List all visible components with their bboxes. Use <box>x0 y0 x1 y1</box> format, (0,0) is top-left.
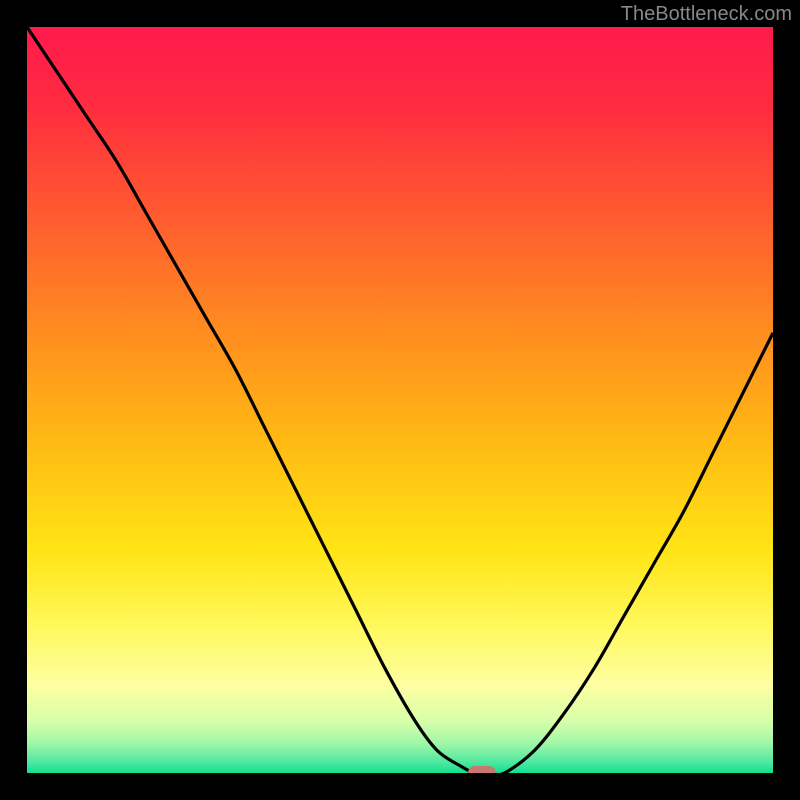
optimal-point-marker <box>468 766 496 773</box>
curve-line <box>27 27 773 773</box>
bottleneck-chart: TheBottleneck.com <box>0 0 800 800</box>
plot-area <box>27 27 773 773</box>
watermark-text: TheBottleneck.com <box>621 3 792 26</box>
